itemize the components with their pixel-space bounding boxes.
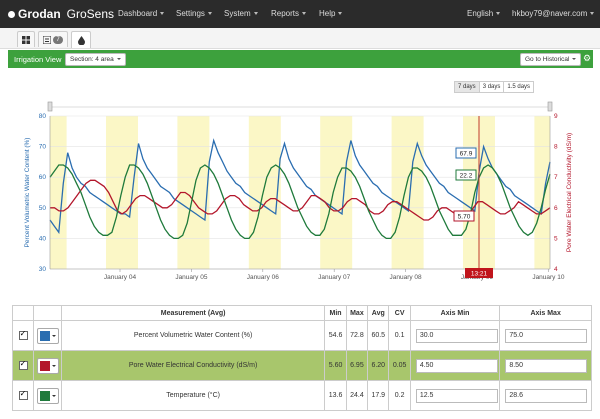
left-axis-title: Percent Volumetric Water Content (%) bbox=[24, 138, 31, 248]
col-avg: Avg bbox=[367, 305, 390, 321]
right-tick-label: 4 bbox=[554, 266, 558, 273]
series-checkbox[interactable] bbox=[18, 329, 28, 340]
color-picker-button[interactable] bbox=[36, 357, 59, 374]
max-value: 72.8 bbox=[345, 320, 369, 351]
right-tick-label: 6 bbox=[554, 205, 558, 212]
axis-min-input[interactable]: 12.5 bbox=[415, 388, 498, 403]
x-tick-label: January 06 bbox=[247, 274, 280, 281]
color-swatch bbox=[39, 330, 50, 341]
col-axis-min: Axis Min bbox=[409, 305, 501, 321]
highlight-band bbox=[320, 116, 353, 269]
cv-value: 0.05 bbox=[388, 350, 411, 381]
table-row: Pore Water Electrical Conductivity (dS/m… bbox=[11, 350, 592, 381]
max-value: 24.4 bbox=[345, 380, 369, 411]
value-callout-label: 5.70 bbox=[458, 214, 471, 221]
left-tick-label: 70 bbox=[39, 144, 47, 151]
chevron-down-icon bbox=[51, 394, 56, 397]
left-tick-label: 30 bbox=[39, 266, 47, 273]
value-callout-label: 67.9 bbox=[460, 151, 473, 158]
col-min: Min bbox=[324, 305, 347, 321]
axis-min-input[interactable]: 30.0 bbox=[415, 328, 498, 343]
highlight-band bbox=[50, 116, 67, 269]
measurement-name: Percent Volumetric Water Content (%) bbox=[60, 320, 326, 351]
avg-value: 17.9 bbox=[367, 380, 390, 411]
left-tick-label: 60 bbox=[39, 174, 47, 181]
right-axis-title: Pore Water Electrical Conductivity (dS/m… bbox=[566, 133, 573, 252]
col-axis-max: Axis Max bbox=[499, 305, 592, 321]
min-value: 5.60 bbox=[324, 350, 347, 381]
measurement-table: Measurement (Avg) Min Max Avg CV Axis Mi… bbox=[11, 305, 592, 411]
chevron-down-icon bbox=[51, 334, 56, 337]
measurement-name: Pore Water Electrical Conductivity (dS/m… bbox=[60, 350, 326, 381]
color-picker-button[interactable] bbox=[36, 387, 59, 404]
zoom-handle-right bbox=[547, 101, 553, 112]
zoom-handle-left bbox=[47, 101, 53, 112]
table-row: Percent Volumetric Water Content (%) 54.… bbox=[11, 320, 592, 351]
x-tick-label: January 04 bbox=[104, 274, 137, 281]
color-swatch bbox=[39, 390, 50, 401]
left-tick-label: 40 bbox=[39, 235, 47, 242]
col-cv: CV bbox=[388, 305, 411, 321]
color-picker-button[interactable] bbox=[36, 327, 59, 344]
min-value: 54.6 bbox=[324, 320, 347, 351]
right-tick-label: 5 bbox=[554, 235, 558, 242]
right-tick-label: 9 bbox=[554, 113, 558, 120]
min-value: 13.6 bbox=[324, 380, 347, 411]
axis-max-input[interactable]: 28.6 bbox=[505, 388, 588, 403]
right-tick-label: 8 bbox=[554, 144, 558, 151]
avg-value: 6.20 bbox=[367, 350, 390, 381]
table-row: Temperature (°C) 13.6 24.4 17.9 0.2 12.5… bbox=[11, 380, 592, 411]
x-tick-label: January 10 bbox=[532, 274, 565, 281]
color-swatch bbox=[39, 360, 50, 371]
x-tick-label: January 07 bbox=[318, 274, 351, 281]
col-max: Max bbox=[345, 305, 369, 321]
left-tick-label: 80 bbox=[39, 113, 47, 120]
highlight-band bbox=[248, 116, 281, 269]
irrigation-chart[interactable]: 30 40 50 60 70 80 4 5 6 7 8 9 January 04 January 05 Ja… bbox=[0, 0, 600, 300]
highlight-band bbox=[391, 116, 424, 269]
chevron-down-icon bbox=[51, 364, 56, 367]
left-tick-label: 50 bbox=[39, 205, 47, 212]
x-tick-label: January 05 bbox=[175, 274, 208, 281]
avg-value: 60.5 bbox=[367, 320, 390, 351]
series-checkbox[interactable] bbox=[18, 389, 28, 400]
value-callout-label: 22.2 bbox=[460, 173, 473, 180]
cursor-time-label: 13:21 bbox=[471, 271, 488, 278]
max-value: 6.95 bbox=[345, 350, 369, 381]
axis-min-input[interactable]: 4.50 bbox=[415, 358, 498, 373]
axis-max-input[interactable]: 75.0 bbox=[505, 328, 588, 343]
cv-value: 0.2 bbox=[388, 380, 411, 411]
x-tick-label: January 08 bbox=[390, 274, 423, 281]
axis-max-input[interactable]: 8.50 bbox=[505, 358, 588, 373]
right-tick-label: 7 bbox=[554, 174, 558, 181]
series-checkbox[interactable] bbox=[18, 359, 28, 370]
highlight-band bbox=[534, 116, 550, 269]
measurement-name: Temperature (°C) bbox=[60, 380, 326, 411]
col-measurement: Measurement (Avg) bbox=[60, 305, 326, 321]
cv-value: 0.1 bbox=[388, 320, 411, 351]
